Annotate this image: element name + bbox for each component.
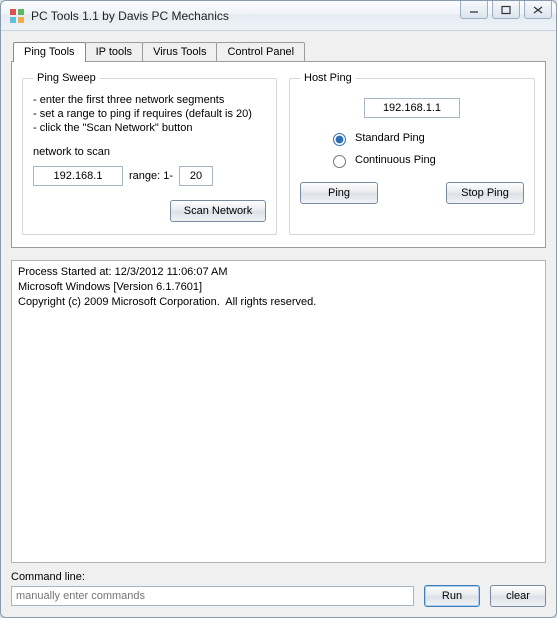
continuous-ping-radio[interactable] xyxy=(333,155,346,168)
instruction-line: - set a range to ping if requires (defau… xyxy=(33,108,266,120)
network-input[interactable] xyxy=(33,166,123,186)
window-title: PC Tools 1.1 by Davis PC Mechanics xyxy=(31,9,229,23)
host-ping-group: Host Ping Standard Ping Continuous Ping … xyxy=(289,72,535,235)
instruction-line: - enter the first three network segments xyxy=(33,94,266,106)
ping-sweep-group: Ping Sweep - enter the first three netwo… xyxy=(22,72,277,235)
range-input[interactable] xyxy=(179,166,213,186)
continuous-ping-label: Continuous Ping xyxy=(355,154,436,166)
minimize-icon xyxy=(468,5,480,15)
standard-ping-label: Standard Ping xyxy=(355,132,425,144)
network-label: network to scan xyxy=(33,146,266,158)
close-icon xyxy=(532,5,544,15)
instruction-line: - click the "Scan Network" button xyxy=(33,122,266,134)
minimize-button[interactable] xyxy=(460,1,488,19)
app-window: PC Tools 1.1 by Davis PC Mechanics Ping … xyxy=(0,0,557,618)
command-input[interactable] xyxy=(11,586,414,606)
client-area: Ping Tools IP tools Virus Tools Control … xyxy=(1,31,556,617)
app-icon xyxy=(9,8,25,24)
titlebar[interactable]: PC Tools 1.1 by Davis PC Mechanics xyxy=(1,1,556,31)
tab-panel-ping-tools: Ping Sweep - enter the first three netwo… xyxy=(11,61,546,248)
ping-button[interactable]: Ping xyxy=(300,182,378,204)
range-label: range: 1- xyxy=(129,170,173,182)
command-label: Command line: xyxy=(11,571,546,583)
tab-ping-tools[interactable]: Ping Tools xyxy=(13,42,86,62)
maximize-icon xyxy=(500,5,512,15)
host-ping-legend: Host Ping xyxy=(300,72,356,84)
output-text: Process Started at: 12/3/2012 11:06:07 A… xyxy=(18,266,316,308)
host-input[interactable] xyxy=(364,98,460,118)
tabstrip: Ping Tools IP tools Virus Tools Control … xyxy=(11,39,546,61)
tab-control-panel[interactable]: Control Panel xyxy=(216,42,305,61)
tab-ip-tools[interactable]: IP tools xyxy=(85,42,144,61)
output-textarea[interactable]: Process Started at: 12/3/2012 11:06:07 A… xyxy=(11,260,546,563)
maximize-button[interactable] xyxy=(492,1,520,19)
ping-sweep-legend: Ping Sweep xyxy=(33,72,100,84)
stop-ping-button[interactable]: Stop Ping xyxy=(446,182,524,204)
window-controls xyxy=(460,1,552,19)
close-button[interactable] xyxy=(524,1,552,19)
run-button[interactable]: Run xyxy=(424,585,480,607)
clear-button[interactable]: clear xyxy=(490,585,546,607)
standard-ping-radio[interactable] xyxy=(333,133,346,146)
tab-virus-tools[interactable]: Virus Tools xyxy=(142,42,217,61)
scan-network-button[interactable]: Scan Network xyxy=(170,200,266,222)
command-area: Command line: Run clear xyxy=(11,571,546,607)
